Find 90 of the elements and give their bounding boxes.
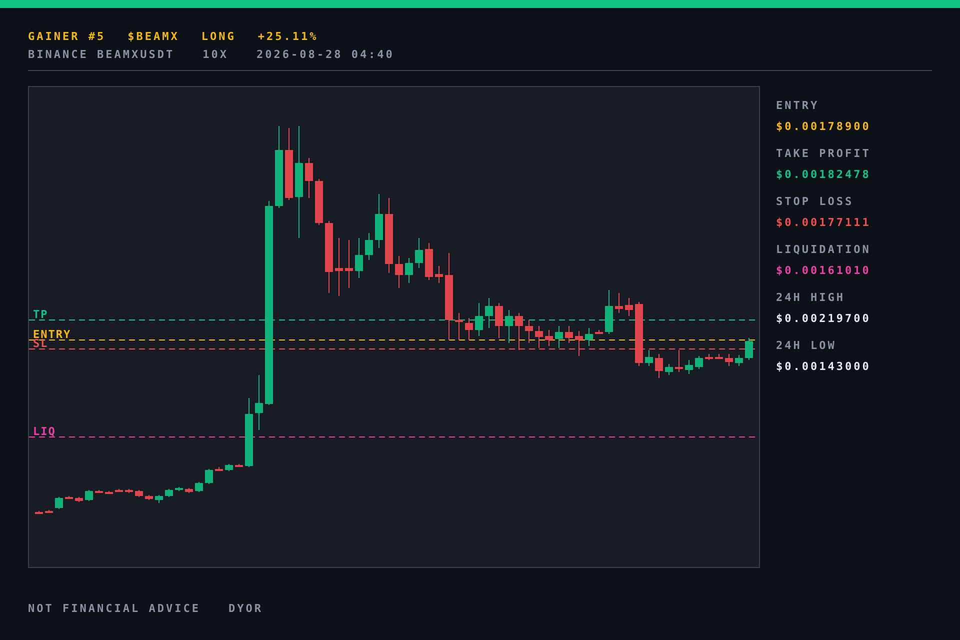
price-level-label: SL — [33, 338, 48, 349]
bearish-candle — [105, 490, 113, 494]
stat-label: 24H HIGH — [776, 291, 846, 304]
bullish-candle — [195, 482, 203, 492]
disclaimer-text: DYOR — [228, 602, 263, 615]
bullish-candle — [735, 354, 743, 366]
stat-value: $0.00177111 — [776, 216, 871, 229]
bearish-candle — [395, 256, 403, 288]
bullish-candle — [225, 464, 233, 472]
bearish-candle — [65, 496, 73, 499]
header-title-text: GAINER #5 — [28, 30, 106, 43]
bearish-candle — [115, 488, 123, 492]
stat-value: $0.00219700 — [776, 312, 871, 325]
bullish-candle — [55, 496, 63, 510]
price-level-label: LIQ — [33, 426, 56, 437]
bullish-candle — [475, 302, 483, 336]
bearish-candle — [45, 510, 53, 513]
bearish-candle — [345, 240, 353, 288]
bearish-candle — [675, 350, 683, 372]
bearish-candle — [715, 354, 723, 360]
stat-label: LIQUIDATION — [776, 243, 871, 256]
bullish-candle — [555, 326, 563, 348]
stat-value: $0.00161010 — [776, 264, 871, 277]
bearish-candle — [625, 298, 633, 316]
header-title-text: +25.11% — [258, 30, 318, 43]
header-title-text: $BEAMX — [128, 30, 180, 43]
bearish-candle — [125, 488, 133, 494]
bullish-candle — [255, 374, 263, 430]
bearish-candle — [495, 302, 503, 338]
bullish-candle — [205, 468, 213, 484]
bearish-candle — [145, 494, 153, 500]
bearish-candle — [215, 466, 223, 471]
disclaimer-text: NOT FINANCIAL ADVICE — [28, 602, 200, 615]
bearish-candle — [95, 490, 103, 493]
bearish-candle — [575, 330, 583, 356]
bearish-candle — [425, 242, 433, 280]
bullish-candle — [585, 328, 593, 346]
stat-value: $0.00178900 — [776, 120, 871, 133]
stat-value: $0.00143000 — [776, 360, 871, 373]
bearish-candle — [75, 496, 83, 502]
bearish-candle — [535, 326, 543, 348]
bullish-candle — [175, 486, 183, 492]
bullish-candle — [245, 398, 253, 468]
bearish-candle — [335, 238, 343, 296]
bullish-candle — [485, 298, 493, 328]
header-title-text: LONG — [201, 30, 236, 43]
price-level-label: ENTRY — [33, 329, 72, 340]
bullish-candle — [365, 232, 373, 260]
bullish-candle — [165, 488, 173, 498]
bullish-candle — [505, 310, 513, 344]
bearish-candle — [565, 326, 573, 344]
bearish-candle — [595, 330, 603, 334]
bearish-candle — [235, 464, 243, 467]
bearish-candle — [315, 178, 323, 226]
header-meta-text: BINANCE BEAMXUSDT — [28, 48, 175, 61]
bearish-candle — [635, 302, 643, 366]
bullish-candle — [355, 238, 363, 278]
bullish-candle — [155, 494, 163, 504]
bullish-candle — [685, 360, 693, 374]
bearish-candle — [725, 354, 733, 366]
bearish-candle — [545, 330, 553, 346]
header-meta-text: 2026-08-28 04:40 — [256, 48, 394, 61]
bearish-candle — [655, 354, 663, 378]
bearish-candle — [135, 490, 143, 498]
bullish-candle — [645, 350, 653, 366]
price-level-label: TP — [33, 309, 48, 320]
bearish-candle — [705, 354, 713, 360]
bullish-candle — [375, 194, 383, 248]
bearish-candle — [525, 320, 533, 344]
bearish-candle — [35, 510, 43, 514]
bullish-candle — [665, 364, 673, 376]
bullish-candle — [695, 356, 703, 370]
bearish-candle — [455, 312, 463, 340]
bullish-candle — [85, 490, 93, 502]
bullish-candle — [745, 338, 753, 360]
bearish-candle — [305, 158, 313, 198]
bearish-candle — [615, 292, 623, 314]
stat-label: 24H LOW — [776, 339, 838, 352]
bearish-candle — [465, 318, 473, 340]
bullish-candle — [605, 290, 613, 334]
bearish-candle — [185, 488, 193, 494]
stat-label: ENTRY — [776, 99, 820, 112]
bullish-candle — [405, 258, 413, 284]
bullish-candle — [415, 238, 423, 268]
stat-label: STOP LOSS — [776, 195, 855, 208]
stat-label: TAKE PROFIT — [776, 147, 871, 160]
bearish-candle — [435, 266, 443, 284]
header-meta-text: 10X — [202, 48, 228, 61]
bearish-candle — [515, 312, 523, 350]
stat-value: $0.00182478 — [776, 168, 871, 181]
